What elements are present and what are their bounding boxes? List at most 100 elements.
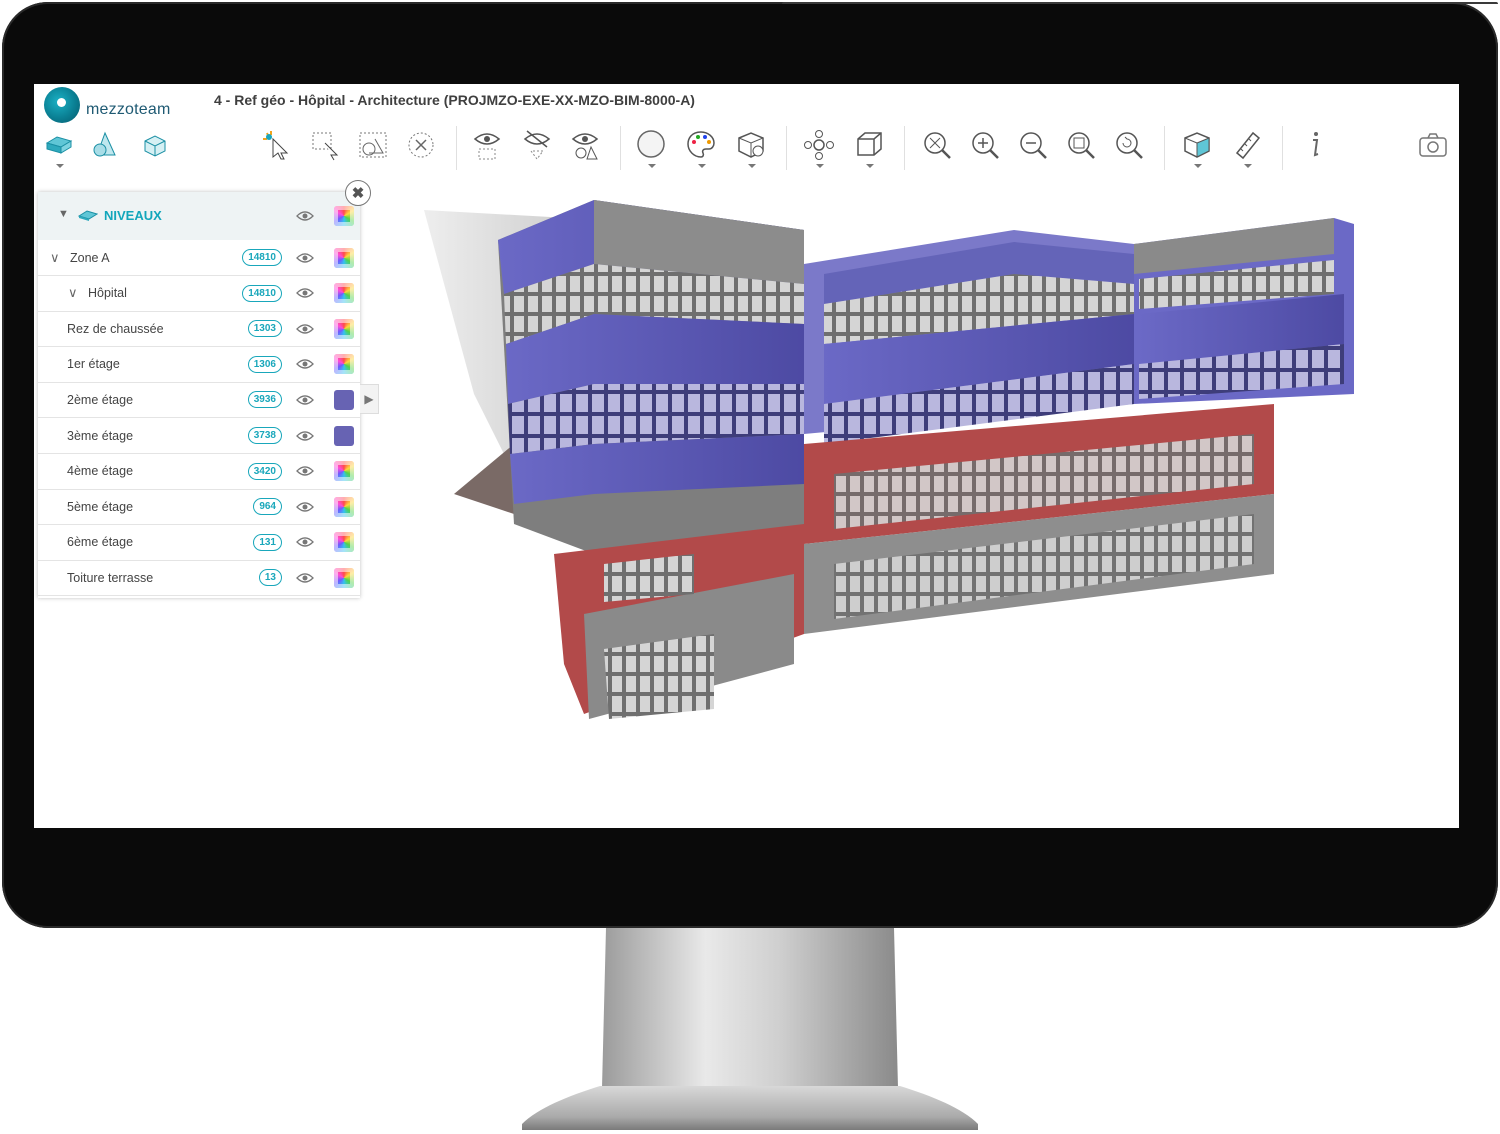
level-row[interactable]: Toiture terrasse 13 [38, 560, 360, 597]
level-row[interactable]: ∨ Zone A 14810 [38, 240, 360, 276]
shapes-tool-icon[interactable] [90, 128, 124, 162]
box-icon[interactable] [852, 128, 886, 168]
element-count-badge: 1303 [247, 320, 282, 338]
camera-icon[interactable] [1416, 128, 1450, 162]
expand-chevron-icon[interactable]: ∨ [68, 285, 78, 301]
logo-icon [44, 87, 80, 123]
level-label: 3ème étage [67, 428, 134, 443]
level-label: Toiture terrasse [67, 570, 154, 585]
eye-icon[interactable] [296, 287, 314, 299]
measure-icon[interactable] [1230, 128, 1264, 168]
level-label: Rez de chaussée [67, 321, 164, 336]
element-count-badge: 3420 [247, 462, 282, 480]
level-color-swatch[interactable] [334, 247, 354, 268]
select-tool-icon[interactable] [260, 128, 294, 162]
expand-chevron-icon[interactable]: ∨ [50, 250, 60, 266]
main-toolbar [34, 122, 1459, 172]
sphere-icon[interactable] [634, 128, 668, 168]
level-row[interactable]: 4ème étage 3420 [38, 454, 360, 490]
eye-icon[interactable] [296, 358, 314, 370]
level-label: Hôpital [88, 286, 127, 301]
toolbar-separator [620, 126, 621, 170]
navigate-icon[interactable] [802, 128, 836, 168]
collapse-all-icon[interactable]: ▼ [58, 208, 69, 220]
levels-panel-title: NIVEAUX [104, 208, 162, 223]
level-label: 4ème étage [67, 464, 134, 479]
element-count-badge: 14810 [242, 284, 282, 302]
close-panel-button[interactable]: ✖ [345, 180, 371, 206]
levels-tool-icon[interactable] [42, 128, 76, 168]
level-row[interactable]: 2ème étage 3936 [38, 382, 360, 419]
info-icon[interactable] [1298, 128, 1332, 162]
document-title: 4 - Ref géo - Hôpital - Architecture (PR… [214, 92, 695, 108]
level-color-swatch[interactable] [334, 318, 354, 339]
eye-icon[interactable] [296, 572, 314, 584]
box-select-icon[interactable] [308, 128, 342, 162]
level-row[interactable]: ∨ Hôpital 14810 [38, 276, 360, 312]
hide-icon[interactable] [520, 128, 554, 162]
element-count-badge: 13 [258, 569, 282, 587]
zoom-out-icon[interactable] [1016, 128, 1050, 162]
objects-tool-icon[interactable] [138, 128, 172, 162]
level-label: 6ème étage [67, 535, 134, 550]
zoom-fit-icon[interactable] [920, 128, 954, 162]
level-color-swatch[interactable] [334, 532, 354, 553]
level-label: 1er étage [67, 357, 120, 372]
levels-panel-header: ▼ NIVEAUX [38, 192, 360, 240]
eye-icon[interactable] [296, 394, 314, 406]
app-screen: mezzoteam 4 - Ref géo - Hôpital - Archit… [34, 84, 1459, 828]
levels-icon [78, 210, 98, 221]
eye-icon[interactable] [296, 501, 314, 513]
expand-panel-button[interactable]: ▶ [360, 384, 379, 414]
level-color-swatch[interactable] [334, 461, 354, 482]
element-count-badge: 131 [253, 533, 282, 551]
isolate-icon[interactable] [568, 128, 602, 162]
logo-text: mezzoteam [86, 101, 171, 118]
zoom-reset-icon[interactable] [1112, 128, 1146, 162]
eye-icon[interactable] [296, 323, 314, 335]
palette-icon[interactable] [684, 128, 718, 168]
toolbar-separator [786, 126, 787, 170]
level-row[interactable]: 1er étage 1306 [38, 347, 360, 383]
zoom-window-icon[interactable] [1064, 128, 1098, 162]
element-count-badge: 3738 [247, 427, 282, 444]
app-logo[interactable]: mezzoteam [44, 87, 171, 123]
toolbar-separator [1282, 126, 1283, 170]
element-count-badge: 3936 [247, 391, 282, 409]
level-label: Zone A [70, 250, 110, 265]
element-count-badge: 1306 [247, 355, 282, 373]
monitor-stand-base [522, 1086, 978, 1130]
levels-panel: ▼ NIVEAUX ∨ Zone A 14810 ∨ Hôpital 14810 Rez d… [38, 192, 360, 598]
eye-icon[interactable] [296, 536, 314, 548]
zoom-in-icon[interactable] [968, 128, 1002, 162]
show-icon[interactable] [470, 128, 504, 162]
level-color-swatch[interactable] [334, 496, 354, 517]
level-color-swatch[interactable] [334, 425, 354, 446]
level-color-swatch[interactable] [334, 283, 354, 304]
monitor-stand-neck [602, 928, 898, 1088]
level-row[interactable]: 3ème étage 3738 [38, 418, 360, 454]
level-color-swatch[interactable] [334, 567, 354, 588]
clear-selection-icon[interactable] [404, 128, 438, 162]
eye-icon[interactable] [296, 465, 314, 477]
eye-icon[interactable] [296, 210, 314, 222]
color-picker-icon[interactable] [334, 206, 354, 226]
cube-play-icon[interactable] [734, 128, 768, 168]
level-label: 5ème étage [67, 499, 134, 514]
eye-icon[interactable] [296, 430, 314, 442]
eye-icon[interactable] [296, 252, 314, 264]
level-label: 2ème étage [67, 392, 134, 407]
level-row[interactable]: 5ème étage 964 [38, 489, 360, 526]
level-color-swatch[interactable] [334, 389, 354, 410]
select-shapes-icon[interactable] [356, 128, 390, 162]
element-count-badge: 14810 [242, 249, 282, 266]
toolbar-separator [1164, 126, 1165, 170]
3d-building-viewport[interactable] [414, 194, 1354, 754]
element-count-badge: 964 [253, 498, 282, 516]
level-row[interactable]: Rez de chaussée 1303 [38, 311, 360, 348]
section-box-icon[interactable] [1180, 128, 1214, 168]
level-row[interactable]: 6ème étage 131 [38, 525, 360, 561]
toolbar-separator [456, 126, 457, 170]
toolbar-separator [904, 126, 905, 170]
level-color-swatch[interactable] [334, 354, 354, 375]
